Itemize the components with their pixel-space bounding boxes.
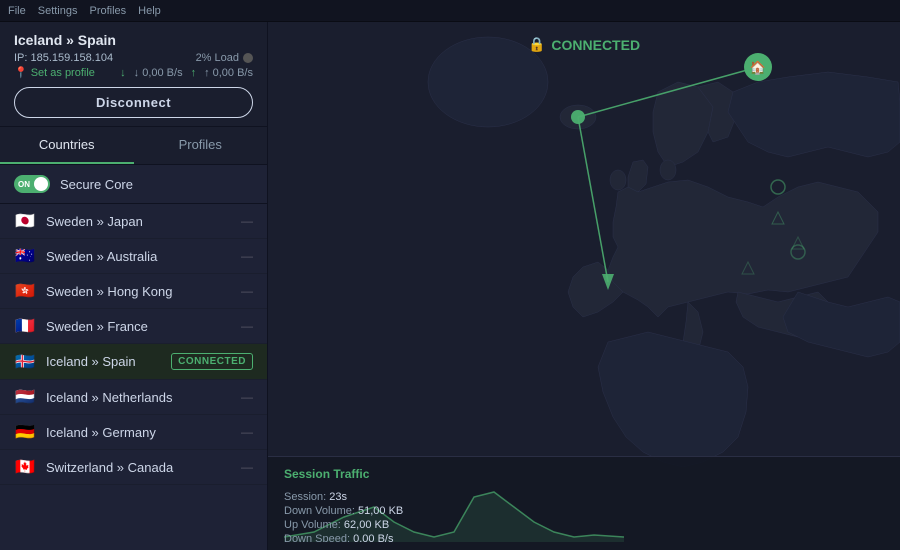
flag-icon: 🇫🇷 (14, 318, 36, 334)
country-name: Iceland » Spain (46, 354, 171, 369)
connection-info: Iceland » Spain IP: 185.159.158.104 2% L… (0, 22, 267, 127)
signal-icon: — (241, 249, 253, 263)
flag-icon: 🇩🇪 (14, 424, 36, 440)
load-dot (243, 53, 253, 63)
list-item[interactable]: 🇨🇦 Switzerland » Canada — (0, 450, 267, 485)
tabs-row: Countries Profiles (0, 127, 267, 165)
list-item[interactable]: 🇯🇵 Sweden » Japan — (0, 204, 267, 239)
upload-arrow (191, 67, 197, 79)
connected-indicator: 🔒 CONNECTED (528, 36, 640, 53)
traffic-down-vol-value: 51,00 KB (358, 505, 403, 517)
traffic-up-vol-value: 62,00 KB (344, 519, 389, 531)
flag-icon: 🇮🇸 (14, 354, 36, 370)
map-area: 🔒 CONNECTED (268, 22, 900, 550)
flag-icon: 🇭🇰 (14, 283, 36, 299)
menu-profiles[interactable]: Profiles (89, 5, 126, 17)
top-bar: File Settings Profiles Help (0, 0, 900, 22)
traffic-session-value: 23s (329, 491, 347, 503)
flag-icon: 🇦🇺 (14, 248, 36, 264)
main-layout: Iceland » Spain IP: 185.159.158.104 2% L… (0, 22, 900, 550)
traffic-session-label: Session: 23s (284, 491, 403, 503)
country-name: Iceland » Germany (46, 425, 241, 440)
signal-icon: — (241, 425, 253, 439)
signal-icon: — (241, 390, 253, 404)
country-name: Iceland » Netherlands (46, 390, 241, 405)
list-item[interactable]: 🇳🇱 Iceland » Netherlands — (0, 380, 267, 415)
transfer-info: ↓ 0,00 B/s ↑ 0,00 B/s (120, 67, 253, 79)
download-speed: ↓ 0,00 B/s (134, 67, 183, 79)
list-item-connected[interactable]: 🇮🇸 Iceland » Spain CONNECTED (0, 344, 267, 380)
signal-icon: — (241, 284, 253, 298)
list-item[interactable]: 🇦🇺 Sweden » Australia — (0, 239, 267, 274)
country-name: Switzerland » Canada (46, 460, 241, 475)
traffic-title: Session Traffic (284, 467, 884, 481)
connected-badge: CONNECTED (171, 353, 253, 370)
signal-icon: — (241, 214, 253, 228)
signal-icon: — (241, 460, 253, 474)
country-name: Sweden » Australia (46, 249, 241, 264)
disconnect-button[interactable]: Disconnect (14, 87, 253, 118)
session-traffic-panel: Session Traffic Session: 23s Down Volume… (268, 456, 900, 550)
download-arrow (120, 67, 126, 79)
secure-core-toggle[interactable]: ON (14, 175, 50, 193)
signal-icon: — (241, 319, 253, 333)
secure-core-row: ON Secure Core (0, 165, 267, 204)
country-name: Sweden » France (46, 319, 241, 334)
toggle-on-label: ON (18, 180, 30, 189)
traffic-down-speed-label: Down Speed: 0,00 B/s (284, 533, 403, 542)
tab-profiles[interactable]: Profiles (134, 127, 268, 164)
traffic-down-speed-value: 0,00 B/s (353, 533, 393, 542)
ip-address: IP: 185.159.158.104 (14, 52, 113, 64)
left-panel: Iceland » Spain IP: 185.159.158.104 2% L… (0, 22, 268, 550)
flag-icon: 🇨🇦 (14, 459, 36, 475)
flag-icon: 🇳🇱 (14, 389, 36, 405)
secure-core-label: Secure Core (60, 177, 133, 192)
menu-file[interactable]: File (8, 5, 26, 17)
country-name: Sweden » Japan (46, 214, 241, 229)
server-name: Iceland » Spain (14, 32, 253, 48)
list-item[interactable]: 🇭🇰 Sweden » Hong Kong — (0, 274, 267, 309)
flag-icon: 🇯🇵 (14, 213, 36, 229)
svg-text:🏠: 🏠 (750, 60, 766, 75)
list-item[interactable]: 🇩🇪 Iceland » Germany — (0, 415, 267, 450)
tab-countries[interactable]: Countries (0, 127, 134, 164)
country-name: Sweden » Hong Kong (46, 284, 241, 299)
connected-status: CONNECTED (551, 37, 640, 53)
toggle-knob (34, 177, 48, 191)
load-info: 2% Load (196, 52, 253, 64)
menu-settings[interactable]: Settings (38, 5, 78, 17)
set-profile-link[interactable]: 📍 Set as profile (14, 66, 95, 79)
list-item[interactable]: 🇫🇷 Sweden » France — (0, 309, 267, 344)
lock-icon: 🔒 (528, 36, 545, 53)
upload-speed: ↑ 0,00 B/s (204, 67, 253, 79)
menu-help[interactable]: Help (138, 5, 161, 17)
traffic-up-vol-label: Up Volume: 62,00 KB (284, 519, 403, 531)
traffic-down-vol-label: Down Volume: 51,00 KB (284, 505, 403, 517)
country-list: 🇯🇵 Sweden » Japan — 🇦🇺 Sweden » Australi… (0, 204, 267, 550)
